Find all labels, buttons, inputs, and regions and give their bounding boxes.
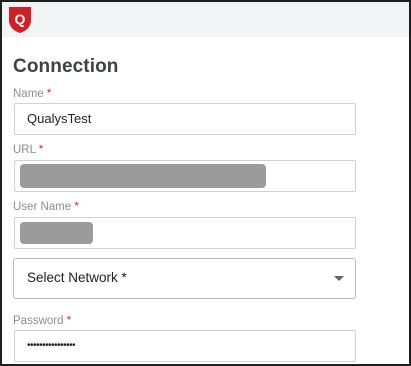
required-marker: *	[66, 315, 72, 327]
password-label: Password *	[13, 315, 71, 327]
url-field[interactable]	[14, 160, 356, 192]
connection-dialog: Q Connection Name * QualysTest URL * Use…	[0, 0, 411, 366]
required-marker: *	[46, 88, 52, 100]
qualys-shield-logo-icon: Q	[9, 7, 31, 33]
network-select[interactable]: Select Network *	[13, 258, 356, 299]
top-bar: Q	[2, 2, 409, 37]
password-field-value: ••••••••••••••••	[27, 340, 76, 351]
name-label: Name *	[13, 88, 51, 100]
url-label-text: URL	[13, 144, 36, 156]
chevron-down-icon	[334, 276, 344, 281]
name-field-value: QualysTest	[27, 111, 92, 126]
password-field[interactable]: ••••••••••••••••	[14, 330, 356, 362]
password-label-text: Password	[13, 315, 64, 327]
logo-letter: Q	[15, 11, 26, 27]
required-marker: *	[74, 201, 79, 213]
name-field[interactable]: QualysTest	[14, 103, 356, 135]
name-label-text: Name	[13, 88, 44, 100]
username-field[interactable]	[14, 217, 356, 249]
required-marker: *	[38, 144, 44, 156]
url-redacted-value	[20, 164, 266, 188]
username-redacted-value	[20, 222, 93, 244]
username-label: User Name *	[13, 201, 79, 213]
network-select-label: Select Network *	[27, 270, 127, 285]
page-title: Connection	[13, 56, 119, 77]
url-label: URL *	[13, 144, 43, 156]
username-label-text: User Name	[13, 201, 72, 213]
